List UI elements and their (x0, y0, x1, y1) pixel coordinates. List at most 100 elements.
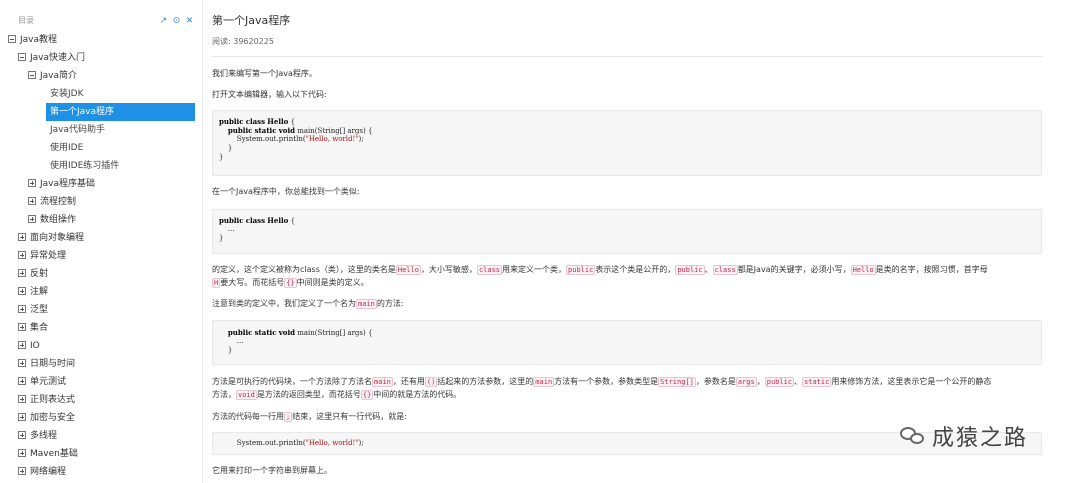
sidebar-item[interactable]: 使用IDE (0, 139, 200, 157)
sidebar-item-label: 第一个Java程序 (50, 107, 115, 117)
sidebar-item-label: Java简介 (40, 71, 78, 81)
inline-code: public (675, 265, 705, 275)
inline-code: void (236, 390, 257, 400)
inline-code: class (712, 265, 738, 275)
sidebar-item-label: 安装JDK (50, 89, 84, 99)
expand-toggle-icon[interactable] (18, 323, 26, 331)
article: 第一个Java程序 阅读: 39620225 我们来编写第一个Java程序。 打… (204, 0, 1044, 483)
collapse-toggle-icon[interactable] (18, 53, 26, 61)
inline-code: static (802, 377, 832, 387)
sidebar-item-label: 集合 (30, 323, 49, 333)
sidebar-item-label: 使用IDE练习插件 (50, 161, 120, 171)
locate-icon[interactable]: ⊙ (172, 14, 181, 28)
sidebar-item[interactable]: 反射 (0, 265, 200, 283)
text-run: 要大写。而花括号 (220, 278, 285, 287)
expand-toggle-icon[interactable] (28, 215, 36, 223)
expand-toggle-icon[interactable] (18, 287, 26, 295)
code-line: } (219, 153, 224, 161)
sidebar-item-label: 数组操作 (40, 215, 77, 225)
expand-toggle-icon[interactable] (18, 251, 26, 259)
sidebar-item[interactable]: Maven基础 (0, 445, 200, 463)
sidebar-item-label: 使用IDE (50, 143, 84, 153)
sidebar-item[interactable]: 面向对象编程 (0, 229, 200, 247)
sidebar-item[interactable]: 使用IDE练习插件 (0, 157, 200, 175)
expand-toggle-icon[interactable] (28, 179, 36, 187)
code-block-hello: public class Hello { public static void … (212, 110, 1042, 176)
sidebar-item[interactable]: 泛型 (0, 301, 200, 319)
text-run: 的方法: (376, 299, 404, 308)
divider (202, 0, 203, 483)
expand-toggle-icon[interactable] (18, 449, 26, 457)
expand-toggle-icon[interactable] (18, 233, 26, 241)
sidebar-item[interactable]: Java代码助手 (0, 121, 200, 139)
code-line: public class Hello { (219, 216, 296, 225)
text-run: 方法有一个参数，参数类型是 (554, 377, 659, 386)
inline-code: args (735, 377, 757, 387)
text-run: 方法的代码每一行用 (212, 412, 284, 421)
expand-toggle-icon[interactable] (18, 431, 26, 439)
toc-tree: Java教程 Java快速入门 Java简介安装JDK 第一个Java程序 Java代码… (0, 31, 200, 481)
code-block-main: public static void main(String[] args) {… (212, 320, 1042, 365)
sidebar-item-label: Java程序基础 (40, 179, 96, 189)
sidebar-header: 目录 ↗ ⊙ ✕ (18, 14, 196, 28)
text-run: 方法， (212, 390, 236, 399)
inline-code: () (424, 377, 438, 387)
expand-toggle-icon[interactable] (18, 359, 26, 367)
text-run: 用来定义一个类， (502, 265, 567, 274)
sidebar-item[interactable]: Java程序基础 (0, 175, 200, 193)
expand-toggle-icon[interactable] (18, 413, 26, 421)
sidebar-item[interactable]: 加密与安全 (0, 409, 200, 427)
collapse-toggle-icon[interactable] (28, 71, 36, 79)
sidebar-item[interactable]: 多线程 (0, 427, 200, 445)
text-run: 括起来的方法参数，这里的 (437, 377, 534, 386)
sidebar-item[interactable]: 网络编程 (0, 463, 200, 481)
expand-toggle-icon[interactable] (18, 395, 26, 403)
sidebar-item[interactable]: 日期与时间 (0, 355, 200, 373)
sidebar-item-label: 流程控制 (40, 197, 77, 207)
inline-code: {} (360, 390, 374, 400)
inline-code: Hello (395, 265, 421, 275)
inline-code: public (764, 377, 795, 387)
expand-icon[interactable]: ↗ (159, 14, 168, 28)
sidebar-toolbar: ↗ ⊙ ✕ (159, 14, 194, 28)
text-run: 用来修饰方法，这里表示它是一个公开的静态 (831, 377, 992, 386)
collapse-toggle-icon[interactable] (8, 35, 16, 43)
sidebar-item[interactable]: Java简介 (0, 67, 200, 85)
sidebar-item[interactable]: 异常处理 (0, 247, 200, 265)
sidebar-item[interactable]: 单元测试 (0, 373, 200, 391)
sidebar-item-label: 网络编程 (30, 467, 67, 477)
sidebar-item-label: 多线程 (30, 431, 58, 441)
text-run: ，还有用 (392, 377, 425, 386)
inline-code: H (212, 278, 221, 288)
sidebar-item-label: 注解 (30, 287, 49, 297)
sidebar-item[interactable]: 正则表达式 (0, 391, 200, 409)
sidebar-item[interactable]: Java快速入门 (0, 49, 200, 67)
collapse-icon[interactable]: ✕ (185, 14, 194, 28)
sidebar-item[interactable]: 流程控制 (0, 193, 200, 211)
text-run: 都是Java的关键字，必须小写， (737, 265, 851, 274)
expand-toggle-icon[interactable] (18, 305, 26, 313)
expand-toggle-icon[interactable] (18, 377, 26, 385)
sidebar-item-label: 异常处理 (30, 251, 67, 261)
sidebar-item[interactable]: Java教程 (0, 31, 200, 49)
paragraph-class-def-2: H 要大写。而花括号{} 中间则是类的定义。 (212, 277, 1042, 289)
paragraph-open-editor: 打开文本编辑器，输入以下代码: (212, 90, 327, 99)
sidebar-item[interactable]: 第一个Java程序 (46, 103, 195, 121)
expand-toggle-icon[interactable] (28, 197, 36, 205)
sidebar-item[interactable]: 注解 (0, 283, 200, 301)
expand-toggle-icon[interactable] (18, 341, 26, 349)
sidebar: 目录 ↗ ⊙ ✕ Java教程 Java快速入门 Java简介安装JDK 第一个Jav… (0, 0, 200, 483)
text-run: 中间则是类的定义。 (296, 278, 369, 287)
sidebar-item-label: Java教程 (20, 35, 58, 45)
code-line: } (219, 346, 233, 354)
sidebar-item[interactable]: IO (0, 337, 200, 355)
paragraph-print: 它用来打印一个字符串到屏幕上。 (212, 466, 332, 475)
code-block-class: public class Hello { ...} (212, 209, 1042, 254)
sidebar-item[interactable]: 数组操作 (0, 211, 200, 229)
text-run: 方法是可执行的代码块，一个方法除了方法名 (212, 377, 372, 386)
expand-toggle-icon[interactable] (18, 467, 26, 475)
sidebar-item[interactable]: 安装JDK (0, 85, 200, 103)
expand-toggle-icon[interactable] (18, 269, 26, 277)
sidebar-item[interactable]: 集合 (0, 319, 200, 337)
watermark: 成猿之路 (900, 418, 1028, 454)
